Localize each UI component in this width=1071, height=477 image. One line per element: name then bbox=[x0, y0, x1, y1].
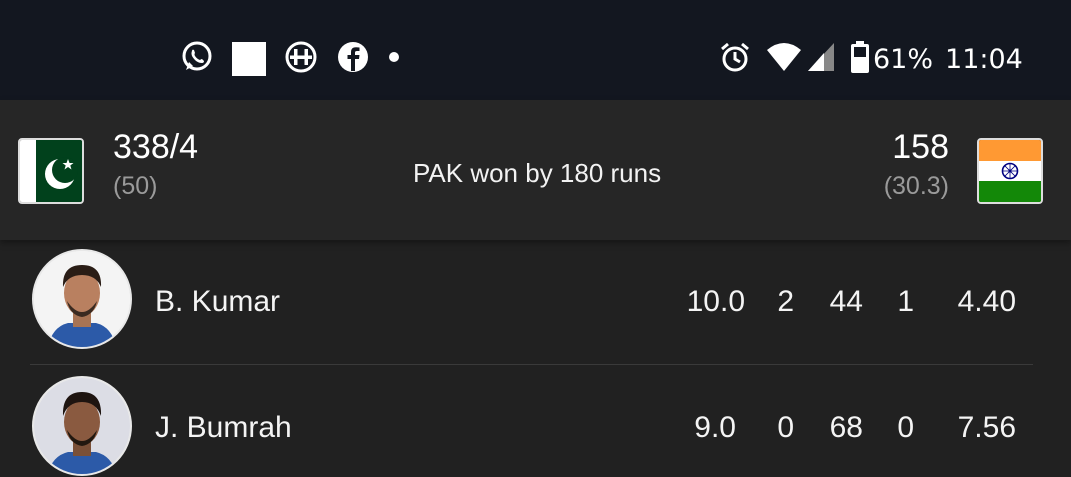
maidens-value: 2 bbox=[777, 285, 794, 318]
team1-score: 338/4 bbox=[113, 128, 199, 166]
pakistan-flag-icon bbox=[18, 138, 84, 204]
system-icons: 61% 11:04 bbox=[718, 40, 1023, 78]
maidens-value: 0 bbox=[777, 411, 794, 444]
player-avatar bbox=[32, 249, 132, 349]
runs-value: 68 bbox=[829, 411, 863, 444]
whatsapp-icon bbox=[180, 40, 214, 79]
clock: 11:04 bbox=[945, 43, 1023, 75]
wickets-value: 0 bbox=[897, 411, 914, 444]
signal-icon bbox=[806, 41, 836, 78]
economy-value: 4.40 bbox=[957, 285, 1016, 318]
notification-icons bbox=[180, 40, 400, 78]
india-flag-icon bbox=[977, 138, 1043, 204]
alarm-icon bbox=[718, 40, 752, 79]
team1-overs: (50) bbox=[113, 172, 158, 200]
battery-percentage: 61% bbox=[873, 43, 934, 75]
square-notification-icon bbox=[232, 42, 266, 76]
team2-overs: (30.3) bbox=[883, 172, 949, 200]
bowler-name: J. Bumrah bbox=[155, 411, 292, 444]
match-result: PAK won by 180 runs bbox=[413, 158, 662, 188]
overs-value: 9.0 bbox=[694, 411, 736, 444]
overs-value: 10.0 bbox=[686, 285, 745, 318]
bowler-row[interactable]: J. Bumrah 9.0 0 68 0 7.56 bbox=[0, 366, 1071, 477]
match-score-header[interactable]: 338/4 (50) PAK won by 180 runs 158 (30.3… bbox=[0, 100, 1071, 240]
team2-score: 158 bbox=[892, 128, 949, 166]
player-avatar bbox=[32, 376, 132, 476]
economy-value: 7.56 bbox=[957, 411, 1016, 444]
status-bar: 61% 11:04 bbox=[0, 0, 1071, 100]
more-dot-icon bbox=[388, 50, 400, 68]
battery-icon bbox=[850, 40, 870, 79]
facebook-icon bbox=[336, 40, 370, 79]
wickets-value: 1 bbox=[897, 285, 914, 318]
wifi-icon bbox=[766, 41, 802, 78]
runs-value: 44 bbox=[829, 285, 863, 318]
bowler-row[interactable]: B. Kumar 10.0 2 44 1 4.40 bbox=[0, 240, 1071, 364]
row-divider bbox=[30, 364, 1033, 365]
hotstar-icon bbox=[284, 40, 318, 79]
bowler-name: B. Kumar bbox=[155, 285, 281, 318]
